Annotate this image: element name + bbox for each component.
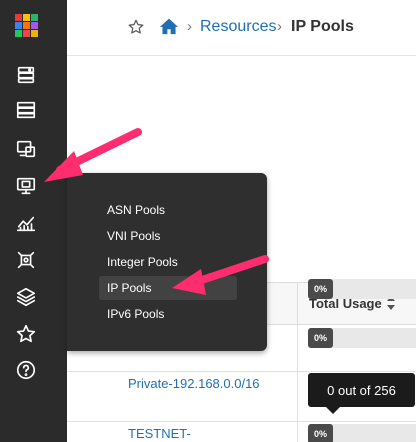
column-divider xyxy=(297,325,298,442)
usage-tooltip: 0 out of 256 xyxy=(308,373,415,414)
pool-name-link[interactable]: TESTNET- xyxy=(128,426,191,441)
app-logo[interactable] xyxy=(15,14,39,38)
tooltip-arrow xyxy=(326,407,340,414)
row-divider xyxy=(67,371,416,372)
pool-name-link[interactable]: Private-192.168.0.0/16 xyxy=(128,376,260,391)
usage-percent: 0% xyxy=(308,328,333,348)
analytics-icon[interactable] xyxy=(13,210,39,236)
platform-icon[interactable] xyxy=(13,247,39,273)
menu-item-ipv6-pools[interactable]: IPv6 Pools xyxy=(99,302,237,326)
help-icon[interactable] xyxy=(13,357,39,383)
row-divider xyxy=(67,421,416,422)
favorite-star-icon[interactable] xyxy=(127,18,145,36)
usage-percent: 0% xyxy=(308,279,333,299)
usage-bar[interactable]: 0% xyxy=(308,424,416,442)
page-header: › Resources › IP Pools xyxy=(67,0,416,56)
usage-percent: 0% xyxy=(308,424,333,442)
design-icon[interactable] xyxy=(13,136,39,162)
nav-rail xyxy=(0,0,67,442)
home-icon[interactable] xyxy=(159,17,179,37)
breadcrumb-resources-link[interactable]: Resources xyxy=(200,18,276,36)
breadcrumb-current: IP Pools xyxy=(291,18,354,35)
resources-icon[interactable] xyxy=(13,173,39,199)
usage-bar[interactable]: 0% xyxy=(308,328,416,348)
menu-item-ip-pools[interactable]: IP Pools xyxy=(99,276,237,300)
menu-item-integer-pools[interactable]: Integer Pools xyxy=(99,250,237,274)
menu-item-vni-pools[interactable]: VNI Pools xyxy=(99,224,237,248)
breadcrumb-separator: › xyxy=(187,18,192,35)
resources-flyout-menu: ASN Pools VNI Pools Integer Pools IP Poo… xyxy=(67,173,267,351)
usage-bar[interactable]: 0% xyxy=(308,279,416,299)
favorites-icon[interactable] xyxy=(13,321,39,347)
devices-icon[interactable] xyxy=(13,97,39,123)
tooltip-text: 0 out of 256 xyxy=(327,382,396,398)
breadcrumb-separator: › xyxy=(277,18,282,35)
menu-item-asn-pools[interactable]: ASN Pools xyxy=(99,198,237,222)
layers-icon[interactable] xyxy=(13,284,39,310)
blueprints-icon[interactable] xyxy=(13,62,39,88)
